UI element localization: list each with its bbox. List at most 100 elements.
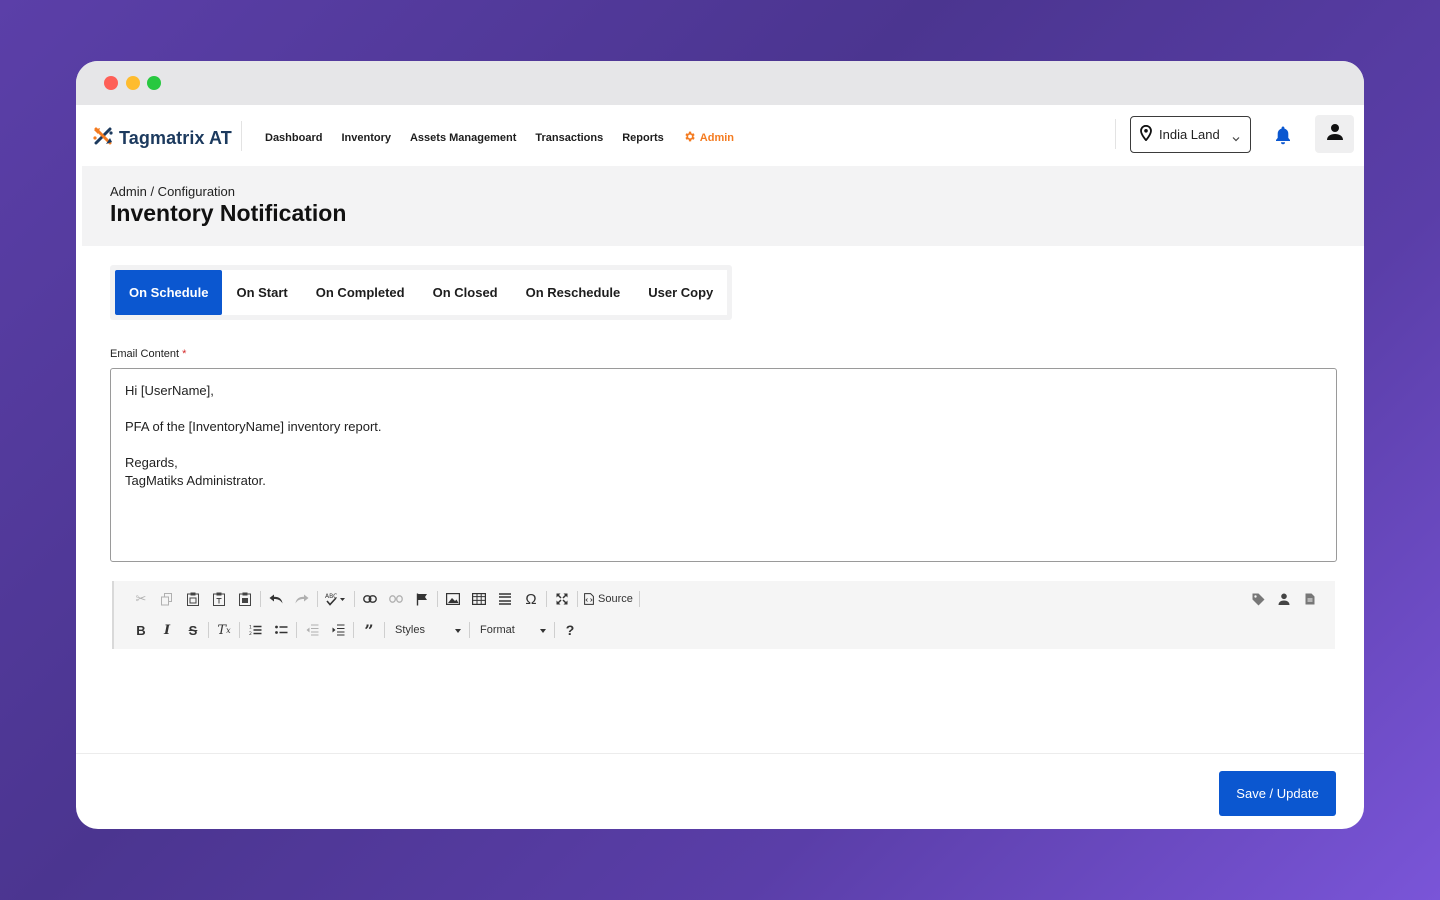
page-header: Admin / Configuration Inventory Notifica… [82,166,1364,246]
help-icon[interactable]: ? [557,619,583,641]
notification-bell-icon[interactable] [1274,125,1292,150]
location-value: India Land [1159,127,1220,142]
window-titlebar [76,61,1364,105]
toolbar-separator [554,622,555,638]
editor-line: Regards, [125,455,178,470]
logo-icon [91,124,115,153]
tab-on-schedule[interactable]: On Schedule [115,270,223,315]
nav-admin[interactable]: Admin [683,130,734,146]
page-title: Inventory Notification [110,200,347,226]
remove-format-icon[interactable]: Tx [211,619,237,641]
special-character-icon[interactable]: Ω [518,588,544,610]
increase-indent-icon[interactable] [325,619,351,641]
tab-user-copy[interactable]: User Copy [634,270,727,315]
app-logo[interactable]: Tagmatrix AT [91,124,232,153]
anchor-flag-icon[interactable] [409,588,435,610]
notification-tabs: On Schedule On Start On Completed On Clo… [110,265,733,320]
table-icon[interactable] [466,588,492,610]
email-content-editor[interactable]: Hi [UserName], PFA of the [InventoryName… [110,368,1337,562]
nav-assets-management[interactable]: Assets Management [410,132,516,144]
svg-text:2: 2 [249,631,252,636]
paste-icon[interactable] [180,588,206,610]
paste-text-icon[interactable] [206,588,232,610]
source-icon [584,593,594,605]
close-window-button[interactable] [104,76,118,90]
numbered-list-icon[interactable]: 12 [242,619,268,641]
tab-on-completed[interactable]: On Completed [302,270,419,315]
nav-dashboard[interactable]: Dashboard [265,132,322,144]
link-icon[interactable] [357,588,383,610]
breadcrumb: Admin / Configuration [110,184,236,199]
copy-icon[interactable] [154,588,180,610]
decrease-indent-icon[interactable] [299,619,325,641]
toolbar-separator [296,622,297,638]
toolbar-row-1: ✂ ABC Ω Source [128,588,642,610]
toolbar-separator [469,622,470,638]
toolbar-separator [577,591,578,607]
svg-text:1: 1 [249,625,252,631]
app-window: Tagmatrix AT Dashboard Inventory Assets … [76,61,1364,829]
cut-icon[interactable]: ✂ [128,588,154,610]
editor-line: Hi [UserName], [125,383,214,398]
required-mark: * [182,348,187,360]
user-placeholder-icon[interactable] [1271,588,1297,610]
footer-divider [76,753,1364,754]
toolbar-right-group [1245,588,1323,610]
maximize-icon[interactable] [549,588,575,610]
styles-dropdown[interactable]: Styles [387,624,467,636]
maximize-window-button[interactable] [147,76,161,90]
redo-icon[interactable] [289,588,315,610]
italic-icon[interactable]: I [154,619,180,641]
tab-on-reschedule[interactable]: On Reschedule [512,270,635,315]
bold-icon[interactable]: B [128,619,154,641]
nav-transactions[interactable]: Transactions [535,132,603,144]
minimize-window-button[interactable] [126,76,140,90]
nav-divider [1115,119,1116,149]
top-navbar: Tagmatrix AT Dashboard Inventory Assets … [76,105,1364,166]
nav-inventory[interactable]: Inventory [341,132,391,144]
nav-reports[interactable]: Reports [622,132,664,144]
dropdown-arrow-icon [540,624,546,636]
email-content-label-text: Email Content [110,348,180,360]
map-pin-icon [1140,124,1152,144]
email-content-label: Email Content * [110,348,186,360]
toolbar-separator [260,591,261,607]
editor-line: TagMatiks Administrator. [125,473,266,488]
editor-line: PFA of the [InventoryName] inventory rep… [125,419,382,434]
source-label: Source [598,593,633,605]
tab-on-closed[interactable]: On Closed [419,270,512,315]
user-profile-button[interactable] [1315,115,1354,153]
undo-icon[interactable] [263,588,289,610]
strikethrough-icon[interactable]: S [180,619,206,641]
unlink-icon[interactable] [383,588,409,610]
format-dropdown[interactable]: Format [472,624,552,636]
bulleted-list-icon[interactable] [268,619,294,641]
document-icon[interactable] [1297,588,1323,610]
image-icon[interactable] [440,588,466,610]
toolbar-separator [638,591,640,607]
toolbar-separator [354,591,355,607]
horizontal-line-icon[interactable] [492,588,518,610]
toolbar-separator [317,591,318,607]
blockquote-icon[interactable]: ” [356,619,382,641]
toolbar-separator [546,591,547,607]
tab-on-start[interactable]: On Start [222,270,301,315]
toolbar-separator [208,622,209,638]
location-select[interactable]: India Land [1130,116,1251,153]
styles-label: Styles [395,624,425,636]
format-label: Format [480,624,515,636]
tag-icon[interactable] [1245,588,1271,610]
dropdown-arrow-icon [455,624,461,636]
spellcheck-icon[interactable]: ABC [320,588,352,610]
app-name: Tagmatrix AT [119,128,232,148]
toolbar-row-2: B I S Tx 12 ” Styles Format ? [128,619,583,641]
logo-divider [241,121,242,151]
toolbar-separator [437,591,438,607]
editor-toolbar: ✂ ABC Ω Source B I S T x 1 2 ” Styles Fo… [112,581,1335,649]
source-button[interactable]: Source [580,593,637,605]
save-update-button[interactable]: Save / Update [1219,771,1336,816]
paste-word-icon[interactable] [232,588,258,610]
toolbar-separator [353,622,354,638]
